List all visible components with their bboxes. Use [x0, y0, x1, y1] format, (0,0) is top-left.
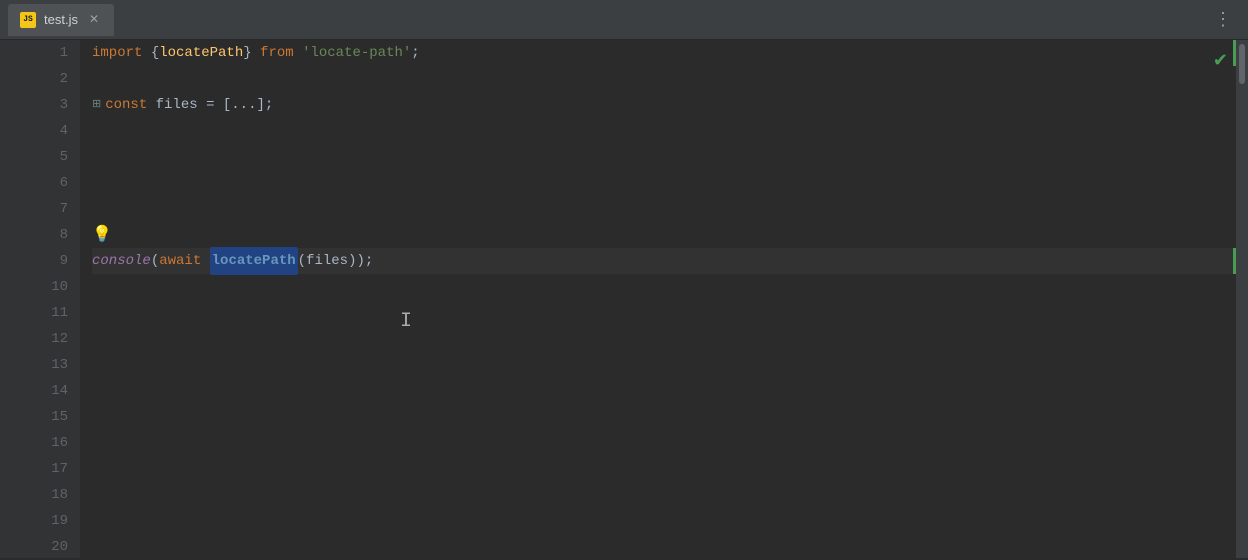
more-options-icon[interactable]: ⋮ [1206, 5, 1240, 35]
code-line-1: import { locatePath } from 'locate-path'… [92, 40, 1248, 66]
tab-test-js[interactable]: JS test.js ✕ [8, 4, 114, 36]
call-args: (files)); [298, 248, 374, 274]
check-mark-icon: ✔ [1213, 50, 1228, 72]
code-line-6 [92, 170, 1248, 196]
code-line-5 [92, 144, 1248, 170]
tab-filename: test.js [44, 12, 78, 27]
locatepath-call: locatePath [210, 247, 298, 275]
assign: = [206, 92, 223, 118]
collapse-icon: ⊞ [92, 92, 101, 118]
brace-close: } [243, 40, 251, 66]
code-line-3: ⊞ const files = [...]; [92, 92, 1248, 118]
array-collapsed: [...]; [223, 92, 273, 118]
line-number-1: 1 [0, 40, 68, 66]
code-line-8: 💡 [92, 222, 1248, 248]
line-number-11: 11 [0, 300, 68, 326]
line-number-8: 8 [0, 222, 68, 248]
code-line-12 [92, 326, 1248, 352]
vertical-scrollbar[interactable] [1236, 40, 1248, 558]
line-number-5: 5 [0, 144, 68, 170]
keyword-await: await [159, 248, 209, 274]
line-number-15: 15 [0, 404, 68, 430]
line-number-3: 3 [0, 92, 68, 118]
code-line-4 [92, 118, 1248, 144]
keyword-from: from [252, 40, 302, 66]
code-editor[interactable]: import { locatePath } from 'locate-path'… [80, 40, 1248, 558]
code-line-10 [92, 274, 1248, 300]
js-file-icon: JS [20, 12, 36, 28]
paren-open: ( [151, 248, 159, 274]
code-line-16 [92, 430, 1248, 456]
toolbar-right: ⋮ [1206, 5, 1240, 35]
tab-close-button[interactable]: ✕ [86, 12, 102, 28]
brace-open: { [151, 40, 159, 66]
line-number-18: 18 [0, 482, 68, 508]
line-number-9: 9 [0, 248, 68, 274]
keyword-const: const [105, 92, 155, 118]
code-line-7 [92, 196, 1248, 222]
editor-container: 1 2 3 4 5 6 7 8 9 10 11 12 13 14 15 16 1… [0, 40, 1248, 558]
string-locate-path: 'locate-path' [302, 40, 411, 66]
tab-bar: JS test.js ✕ ⋮ [0, 0, 1248, 40]
line-number-13: 13 [0, 352, 68, 378]
line-number-2: 2 [0, 66, 68, 92]
line-number-6: 6 [0, 170, 68, 196]
scrollbar-thumb[interactable] [1239, 44, 1245, 84]
line-number-12: 12 [0, 326, 68, 352]
code-line-2 [92, 66, 1248, 92]
keyword-import: import [92, 40, 151, 66]
var-files: files [156, 92, 206, 118]
code-line-13 [92, 352, 1248, 378]
code-line-9: console ( await locatePath (files)); [92, 248, 1248, 274]
code-line-15 [92, 404, 1248, 430]
lightbulb-icon[interactable]: 💡 [92, 222, 112, 248]
line-number-16: 16 [0, 430, 68, 456]
line-number-4: 4 [0, 118, 68, 144]
console-keyword: console [92, 248, 151, 274]
line-number-20: 20 [0, 534, 68, 560]
line-numbers-gutter: 1 2 3 4 5 6 7 8 9 10 11 12 13 14 15 16 1… [0, 40, 80, 558]
line-number-19: 19 [0, 508, 68, 534]
line-number-10: 10 [0, 274, 68, 300]
semi-1: ; [411, 40, 419, 66]
line-number-17: 17 [0, 456, 68, 482]
code-line-14 [92, 378, 1248, 404]
line-number-7: 7 [0, 196, 68, 222]
line-number-14: 14 [0, 378, 68, 404]
code-line-11 [92, 300, 1248, 326]
locatepath-import: locatePath [159, 40, 243, 66]
